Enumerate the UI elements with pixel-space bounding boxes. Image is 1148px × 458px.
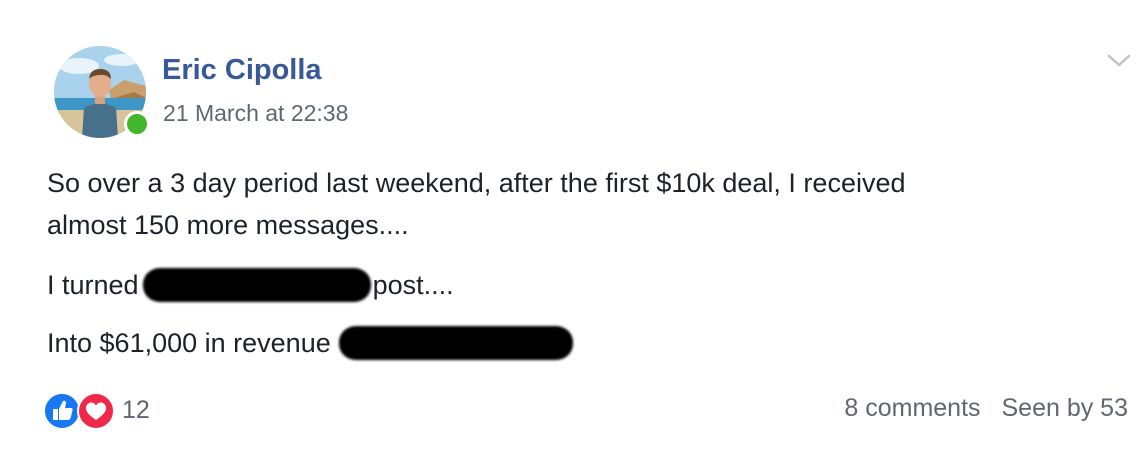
chevron-down-icon[interactable] — [1106, 52, 1132, 70]
online-status-indicator — [124, 111, 150, 137]
post-text-line: almost 150 more messages.... — [47, 210, 409, 240]
comments-count-link[interactable]: 8 comments — [844, 394, 980, 422]
seen-by-count[interactable]: Seen by 53 — [1002, 394, 1129, 422]
post-text-segment: I turned — [47, 269, 139, 300]
love-icon — [77, 392, 115, 430]
redaction-mark — [338, 326, 573, 360]
post-timestamp[interactable]: 21 March at 22:38 — [163, 100, 348, 127]
feed-post: Eric Cipolla 21 March at 22:38 So over a… — [0, 0, 1148, 458]
post-text-line: I turned post.... — [47, 268, 454, 302]
post-text-segment: Into $61,000 in revenue — [47, 327, 331, 358]
post-text-line: Into $61,000 in revenue — [47, 326, 573, 360]
post-stats: 8 comments Seen by 53 — [844, 394, 1128, 423]
reaction-count: 12 — [122, 396, 150, 424]
post-text-line: So over a 3 day period last weekend, aft… — [47, 168, 906, 198]
redaction-mark — [142, 268, 371, 302]
post-text-segment: post.... — [372, 269, 454, 300]
author-name[interactable]: Eric Cipolla — [162, 54, 322, 87]
